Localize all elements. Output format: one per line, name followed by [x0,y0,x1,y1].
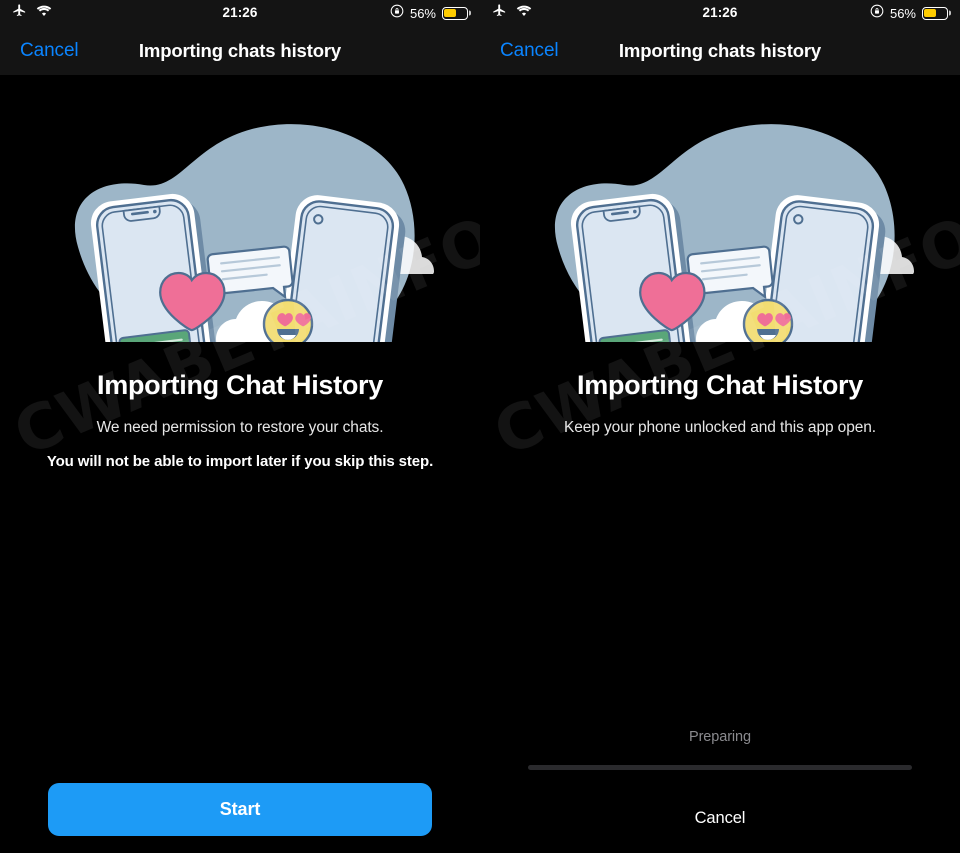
wifi-icon [516,4,532,22]
status-bar-right: 56% [870,4,948,23]
start-button[interactable]: Start [48,783,432,836]
wifi-icon [36,4,52,22]
progress-container: Preparing [480,729,960,770]
cancel-import-button[interactable]: Cancel [480,801,960,836]
progress-status-label: Preparing [689,729,751,745]
progress-bar [528,765,912,770]
primary-action-container: Start [0,783,480,836]
headline: Importing Chat History [97,370,383,400]
panel-content: Importing Chat History We need permissio… [0,87,480,853]
headline: Importing Chat History [577,370,863,400]
battery-fill [924,8,937,18]
rotation-lock-icon [870,4,884,23]
battery-icon [922,6,948,20]
panel-content: Importing Chat History Keep your phone u… [480,87,960,853]
navigation-bar: Cancel Importing chats history [480,26,960,75]
subheadline: Keep your phone unlocked and this app op… [564,419,876,436]
status-bar-right: 56% [390,4,468,23]
cancel-button[interactable]: Cancel [18,36,81,66]
status-bar: 21:26 56% [480,0,960,26]
rotation-lock-icon [390,4,404,23]
cancel-button[interactable]: Cancel [498,36,561,66]
battery-fill [444,8,457,18]
subheadline: We need permission to restore your chats… [96,419,384,436]
panel-permission: 21:26 56% Cancel Importing chats history [0,0,480,853]
panel-progress: 21:26 56% Cancel Importing chats history [480,0,960,853]
two-phones-chat-transfer-illustration [480,87,960,342]
battery-percent-label: 56% [889,5,916,21]
airplane-mode-icon [492,3,507,23]
status-bar: 21:26 56% [0,0,480,26]
status-bar-left [492,3,532,23]
warning-text: You will not be able to import later if … [46,453,434,470]
battery-icon [442,6,468,20]
navigation-bar: Cancel Importing chats history [0,26,480,75]
airplane-mode-icon [12,3,27,23]
battery-percent-label: 56% [409,5,436,21]
dual-screenshot-stage: 21:26 56% Cancel Importing chats history [0,0,960,853]
two-phones-chat-transfer-illustration [0,87,480,342]
status-bar-left [12,3,52,23]
